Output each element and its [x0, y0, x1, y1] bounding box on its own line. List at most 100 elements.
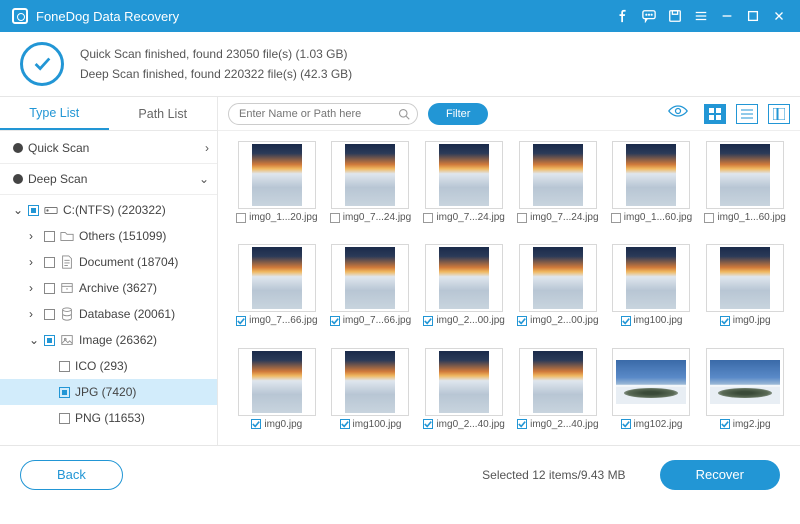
thumbnail-image[interactable]: [331, 348, 409, 416]
thumbnail-image[interactable]: [425, 141, 503, 209]
checkbox[interactable]: [423, 316, 433, 326]
tree-archive[interactable]: ›Archive (3627): [0, 275, 217, 301]
thumbnail-image[interactable]: [612, 141, 690, 209]
thumbnail-image[interactable]: [706, 348, 784, 416]
checkbox[interactable]: [236, 316, 246, 326]
tree-image[interactable]: ⌄Image (26362): [0, 327, 217, 353]
thumbnail-image[interactable]: [612, 348, 690, 416]
thumbnail-image[interactable]: [706, 141, 784, 209]
tab-type-list[interactable]: Type List: [0, 97, 109, 130]
thumbnail-image[interactable]: [612, 244, 690, 312]
checkbox[interactable]: [423, 213, 433, 223]
preview-icon[interactable]: [668, 104, 688, 123]
tree-label: C:(NTFS) (220322): [63, 203, 166, 217]
checkbox[interactable]: [59, 413, 70, 424]
thumbnail-image[interactable]: [238, 348, 316, 416]
view-grid-button[interactable]: [704, 104, 726, 124]
checkbox[interactable]: [44, 309, 55, 320]
thumbnail-image[interactable]: [238, 244, 316, 312]
thumbnail-image[interactable]: [519, 244, 597, 312]
checkbox[interactable]: [621, 419, 631, 429]
thumbnail-cell[interactable]: img0_7...66.jpg: [232, 244, 322, 341]
filename: img0_7...66.jpg: [343, 315, 411, 326]
thumbnail-cell[interactable]: img2.jpg: [700, 348, 790, 445]
maximize-icon[interactable]: [740, 3, 766, 29]
thumbnail-cell[interactable]: img100.jpg: [607, 244, 697, 341]
thumbnail-cell[interactable]: img102.jpg: [607, 348, 697, 445]
tree-jpg[interactable]: JPG (7420): [0, 379, 217, 405]
facebook-icon[interactable]: [610, 3, 636, 29]
checkbox[interactable]: [621, 316, 631, 326]
thumbnail-cell[interactable]: img0_2...00.jpg: [513, 244, 603, 341]
checkbox[interactable]: [720, 419, 730, 429]
thumbnail-cell[interactable]: img0_2...40.jpg: [419, 348, 509, 445]
checkbox[interactable]: [44, 283, 55, 294]
thumbnail-cell[interactable]: img100.jpg: [326, 348, 416, 445]
thumbnail-cell[interactable]: img0.jpg: [232, 348, 322, 445]
checkbox[interactable]: [423, 419, 433, 429]
search-icon[interactable]: [398, 107, 410, 125]
thumbnail-cell[interactable]: img0_1...60.jpg: [700, 141, 790, 238]
checkbox[interactable]: [251, 419, 261, 429]
filename: img2.jpg: [733, 419, 771, 430]
view-detail-button[interactable]: [768, 104, 790, 124]
tab-path-list[interactable]: Path List: [109, 97, 218, 130]
filename: img0_7...66.jpg: [249, 315, 317, 326]
filter-button[interactable]: Filter: [428, 103, 488, 125]
checkbox[interactable]: [59, 387, 70, 398]
thumbnail-cell[interactable]: img0_7...24.jpg: [419, 141, 509, 238]
checkbox[interactable]: [44, 257, 55, 268]
thumbnail-cell[interactable]: img0.jpg: [700, 244, 790, 341]
save-icon[interactable]: [662, 3, 688, 29]
thumbnail-cell[interactable]: img0_7...24.jpg: [326, 141, 416, 238]
checkbox[interactable]: [28, 205, 39, 216]
checkbox[interactable]: [704, 213, 714, 223]
thumbnail-image[interactable]: [519, 141, 597, 209]
app-logo-icon: [12, 8, 28, 24]
thumbnail-image[interactable]: [425, 348, 503, 416]
thumbnail-cell[interactable]: img0_1...20.jpg: [232, 141, 322, 238]
search-box: [228, 103, 418, 125]
thumbnail-image[interactable]: [706, 244, 784, 312]
checkbox[interactable]: [517, 213, 527, 223]
recover-button[interactable]: Recover: [660, 460, 780, 490]
tree-deep-scan[interactable]: Deep Scan⌄: [0, 166, 217, 192]
tree-label: Image (26362): [79, 333, 157, 347]
tree-database[interactable]: ›Database (20061): [0, 301, 217, 327]
thumbnail-cell[interactable]: img0_2...00.jpg: [419, 244, 509, 341]
thumbnail-image[interactable]: [425, 244, 503, 312]
thumbnail-image[interactable]: [238, 141, 316, 209]
checkbox[interactable]: [59, 361, 70, 372]
checkbox[interactable]: [517, 316, 527, 326]
back-button[interactable]: Back: [20, 460, 123, 490]
thumbnail-image[interactable]: [331, 141, 409, 209]
thumbnail-cell[interactable]: img0_7...24.jpg: [513, 141, 603, 238]
thumbnail-image[interactable]: [519, 348, 597, 416]
thumbnail-cell[interactable]: img0_2...40.jpg: [513, 348, 603, 445]
tree-quick-scan[interactable]: Quick Scan›: [0, 135, 217, 161]
tree-ico[interactable]: ICO (293): [0, 353, 217, 379]
tree-document[interactable]: ›Document (18704): [0, 249, 217, 275]
thumbnail-cell[interactable]: img0_1...60.jpg: [607, 141, 697, 238]
thumbnail-image[interactable]: [331, 244, 409, 312]
tree-png[interactable]: PNG (11653): [0, 405, 217, 431]
tree-drive[interactable]: ⌄C:(NTFS) (220322): [0, 197, 217, 223]
checkbox[interactable]: [44, 231, 55, 242]
checkbox[interactable]: [330, 316, 340, 326]
checkbox[interactable]: [517, 419, 527, 429]
search-input[interactable]: [228, 103, 418, 125]
tree-others[interactable]: ›Others (151099): [0, 223, 217, 249]
checkbox[interactable]: [611, 213, 621, 223]
close-icon[interactable]: [766, 3, 792, 29]
checkbox[interactable]: [236, 213, 246, 223]
checkbox[interactable]: [330, 213, 340, 223]
thumbnail-caption: img0_7...24.jpg: [423, 212, 504, 223]
feedback-icon[interactable]: [636, 3, 662, 29]
checkbox[interactable]: [44, 335, 55, 346]
minimize-icon[interactable]: [714, 3, 740, 29]
menu-icon[interactable]: [688, 3, 714, 29]
checkbox[interactable]: [720, 316, 730, 326]
view-list-button[interactable]: [736, 104, 758, 124]
thumbnail-cell[interactable]: img0_7...66.jpg: [326, 244, 416, 341]
checkbox[interactable]: [340, 419, 350, 429]
